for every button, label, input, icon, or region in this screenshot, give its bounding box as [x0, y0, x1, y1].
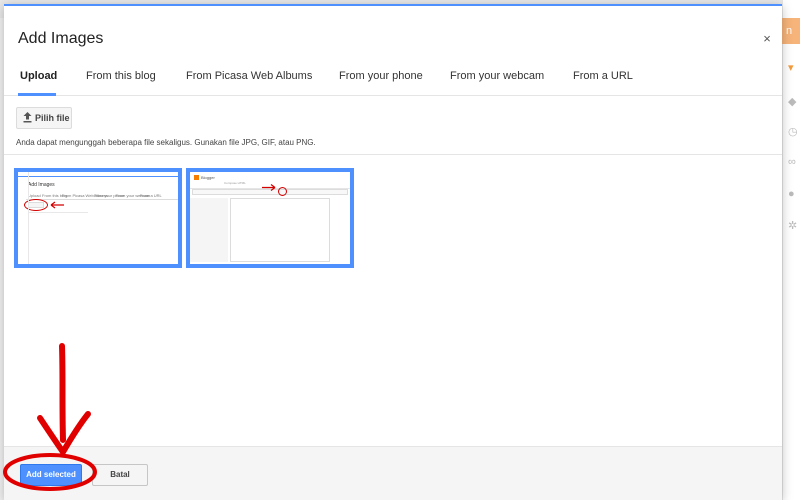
mini-left-edge	[28, 172, 29, 264]
mini-tab: Upload	[28, 193, 41, 198]
tab-from-your-webcam[interactable]: From your webcam	[450, 70, 544, 82]
gear-icon: ✲	[788, 220, 798, 232]
caret-down-icon: ▾	[788, 62, 794, 74]
upload-hint-text: Anda dapat mengunggah beberapa file seka…	[16, 138, 316, 147]
background-orange-tab: n	[782, 18, 800, 44]
tag-icon: ◆	[788, 96, 797, 108]
mini-red-arrow-icon	[262, 184, 276, 191]
cancel-button[interactable]: Batal	[92, 464, 148, 486]
mini-brand: Blogger	[201, 175, 215, 180]
mini-blogger-logo-icon	[194, 175, 199, 180]
mini-editor-area	[230, 198, 330, 262]
mini-red-circle	[278, 187, 287, 196]
choose-file-button[interactable]: Pilih file	[16, 107, 72, 129]
link-icon: ∞	[788, 156, 796, 168]
mini-left-panel	[190, 198, 228, 262]
dialog-title: Add Images	[18, 30, 104, 47]
mini-dialog-title: Add Images	[28, 182, 55, 188]
divider	[4, 154, 782, 155]
close-icon[interactable]: ×	[761, 32, 773, 46]
tab-from-this-blog[interactable]: From this blog	[86, 70, 156, 82]
tab-bar: Upload From this blog From Picasa Web Al…	[4, 64, 782, 96]
mini-divider	[26, 199, 178, 200]
background-right-sidebar: ▾ ◆ ◷ ∞ ● ✲	[782, 0, 800, 500]
add-images-dialog: Add Images × Upload From this blog From …	[4, 4, 782, 500]
image-thumbnail[interactable]: Add Images Upload From this blog From Pi…	[14, 168, 182, 268]
upload-icon	[23, 112, 32, 123]
active-tab-indicator	[18, 93, 56, 96]
mini-toolbar-hint: Compose HTML	[224, 181, 246, 185]
mini-tab: From a URL	[140, 193, 162, 198]
add-selected-button[interactable]: Add selected	[20, 464, 82, 486]
tab-from-picasa[interactable]: From Picasa Web Albums	[186, 70, 312, 82]
mini-hint-line	[28, 212, 88, 213]
tab-from-your-phone[interactable]: From your phone	[339, 70, 423, 82]
tab-upload[interactable]: Upload	[20, 70, 57, 82]
location-icon: ●	[788, 188, 795, 200]
mini-top-border	[18, 176, 178, 177]
tab-from-a-url[interactable]: From a URL	[573, 70, 633, 82]
mini-red-arrow-icon	[50, 201, 64, 209]
clock-icon: ◷	[788, 126, 798, 138]
choose-file-label: Pilih file	[35, 113, 70, 123]
image-thumbnail[interactable]: Blogger Compose HTML	[186, 168, 354, 268]
